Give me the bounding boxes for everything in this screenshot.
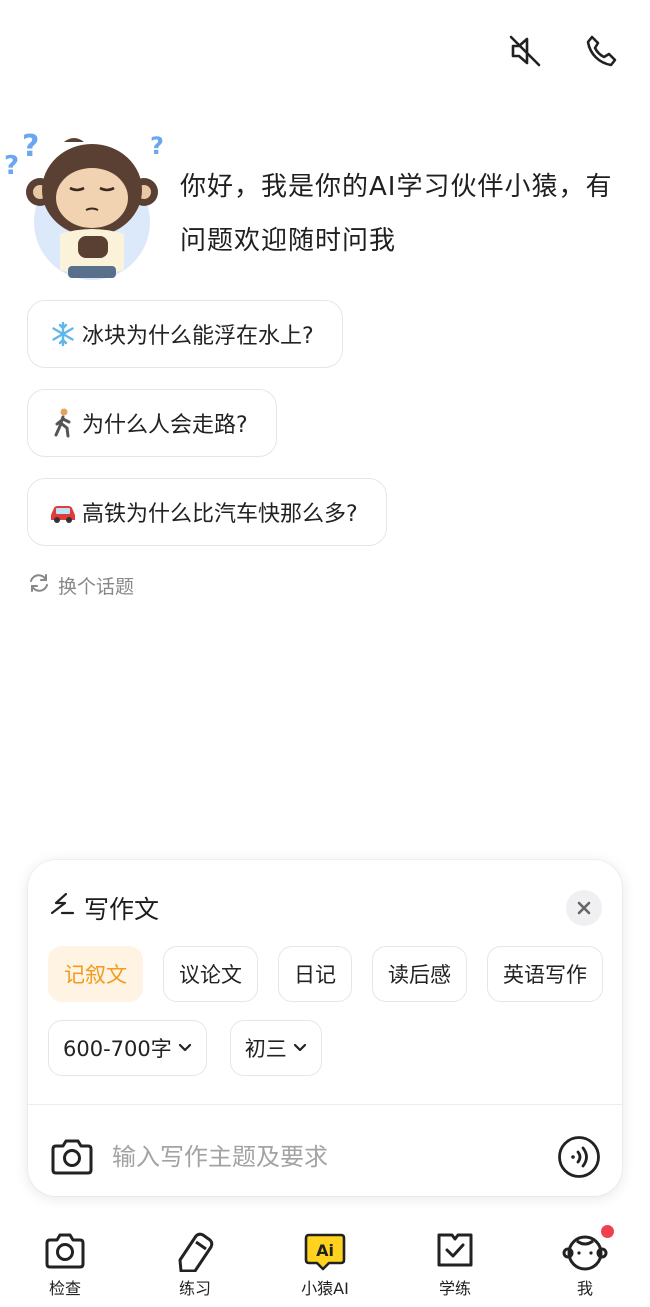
panel-header: 写作文 bbox=[48, 890, 159, 926]
tab-check[interactable]: 检查 bbox=[0, 1215, 130, 1307]
close-icon bbox=[577, 901, 591, 915]
suggestion-text: 冰块为什么能浮在水上? bbox=[82, 324, 314, 349]
monkey-avatar: ? ? ? bbox=[2, 129, 172, 282]
svg-text:?: ? bbox=[150, 132, 164, 160]
chevron-down-icon bbox=[178, 1043, 191, 1052]
notification-badge bbox=[601, 1225, 614, 1238]
suggestion-text: 为什么人会走路? bbox=[82, 413, 248, 438]
pencil-icon bbox=[172, 1229, 218, 1273]
chevron-down-icon bbox=[293, 1043, 306, 1052]
input-row bbox=[48, 1132, 602, 1182]
suggestion-chip[interactable]: 高铁为什么比汽车快那么多? bbox=[27, 478, 387, 546]
suggestion-text: 高铁为什么比汽车快那么多? bbox=[82, 502, 358, 527]
grade-dropdown[interactable]: 初三 bbox=[229, 1020, 322, 1076]
suggestion-chip[interactable]: 为什么人会走路? bbox=[27, 389, 277, 457]
option-row: 600-700字 初三 bbox=[48, 1020, 322, 1076]
check-book-icon bbox=[432, 1229, 478, 1273]
voice-icon bbox=[558, 1136, 600, 1178]
bottom-tab-bar: 检查 练习 Ai 小猿AI 学练 我 bbox=[0, 1215, 650, 1307]
genre-selector: 记叙文 议论文 日记 读后感 英语写作 bbox=[48, 946, 603, 1002]
divider bbox=[28, 1104, 622, 1105]
person-walking-icon bbox=[48, 408, 78, 438]
camera-button[interactable] bbox=[48, 1133, 96, 1181]
snowflake-icon bbox=[48, 319, 78, 349]
tab-label: 练习 bbox=[178, 1279, 211, 1298]
writing-panel: 写作文 记叙文 议论文 日记 读后感 英语写作 600-700字 初三 bbox=[28, 860, 622, 1196]
genre-option-diary[interactable]: 日记 bbox=[278, 946, 352, 1002]
genre-option-argumentative[interactable]: 议论文 bbox=[163, 946, 258, 1002]
grade-value: 初三 bbox=[244, 1037, 287, 1061]
close-button[interactable] bbox=[566, 890, 602, 926]
tab-label: 学练 bbox=[438, 1279, 471, 1298]
tab-me[interactable]: 我 bbox=[520, 1215, 650, 1307]
panel-title: 写作文 bbox=[84, 895, 160, 924]
svg-text:Ai: Ai bbox=[316, 1241, 334, 1260]
voice-button[interactable] bbox=[556, 1134, 602, 1180]
tab-label: 检查 bbox=[48, 1279, 81, 1298]
word-count-value: 600-700字 bbox=[63, 1037, 172, 1061]
profile-icon bbox=[562, 1229, 608, 1273]
tab-ai[interactable]: Ai 小猿AI bbox=[260, 1215, 390, 1307]
speaker-muted-icon[interactable] bbox=[506, 28, 544, 74]
tab-label: 我 bbox=[576, 1279, 593, 1298]
tab-study[interactable]: 学练 bbox=[390, 1215, 520, 1307]
suggestion-list: 冰块为什么能浮在水上? 为什么人会走路? 高铁为什么比汽车快那么多? bbox=[27, 300, 387, 567]
writing-topic-input[interactable] bbox=[112, 1143, 556, 1171]
tab-practice[interactable]: 练习 bbox=[130, 1215, 260, 1307]
refresh-topic-button[interactable]: 换个话题 bbox=[28, 572, 134, 599]
refresh-label: 换个话题 bbox=[58, 576, 135, 598]
top-actions bbox=[506, 28, 620, 74]
genre-option-english-writing[interactable]: 英语写作 bbox=[487, 946, 603, 1002]
ai-icon: Ai bbox=[302, 1229, 348, 1273]
word-count-dropdown[interactable]: 600-700字 bbox=[48, 1020, 207, 1076]
red-car-icon bbox=[48, 497, 78, 527]
phone-icon[interactable] bbox=[582, 28, 620, 74]
greeting-text: 你好，我是你的AI学习伙伴小猿，有问题欢迎随时问我 bbox=[180, 172, 613, 256]
svg-text:?: ? bbox=[4, 151, 19, 181]
camera-icon bbox=[51, 1139, 93, 1175]
tab-label: 小猿AI bbox=[301, 1279, 349, 1298]
genre-option-narrative[interactable]: 记叙文 bbox=[48, 946, 143, 1002]
greeting-section: ? ? ? 你好，我是你的AI学习伙伴小猿，有问题欢迎随时问我 bbox=[0, 124, 650, 284]
suggestion-chip[interactable]: 冰块为什么能浮在水上? bbox=[27, 300, 343, 368]
refresh-icon bbox=[28, 572, 50, 599]
genre-option-book-review[interactable]: 读后感 bbox=[372, 946, 467, 1002]
camera-icon bbox=[42, 1229, 88, 1273]
pen-write-icon bbox=[48, 891, 76, 925]
svg-text:?: ? bbox=[22, 130, 39, 164]
